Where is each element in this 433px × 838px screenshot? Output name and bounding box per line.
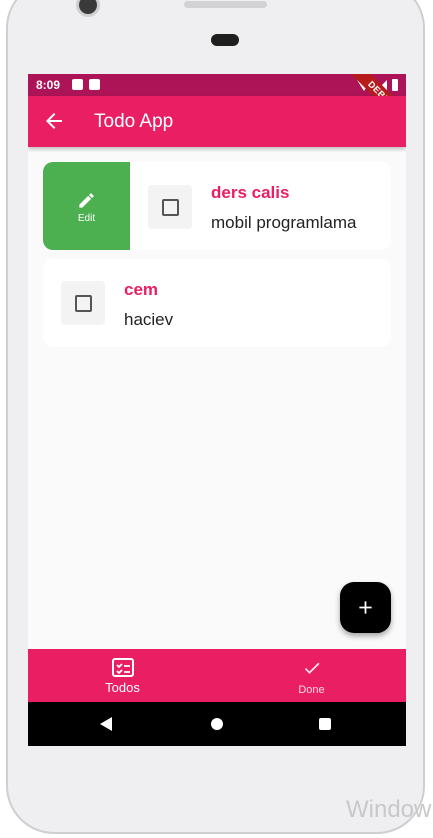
plus-icon (359, 601, 372, 614)
add-todo-button[interactable] (340, 582, 391, 633)
nav-label-todos: Todos (105, 680, 140, 695)
todo-checkbox[interactable] (61, 281, 105, 325)
checkbox-unchecked-icon (75, 295, 92, 312)
app-screen: 8:09 DEBUG Todo App Edit ders calis mobi… (28, 74, 406, 746)
notification-icons (72, 79, 100, 90)
bottom-navigation: Todos Done (28, 649, 406, 702)
status-bar: 8:09 DEBUG (28, 74, 406, 136)
todo-title: ders calis (211, 183, 290, 202)
system-recents-icon[interactable] (319, 718, 331, 730)
checkbox-unchecked-icon (162, 199, 179, 216)
nav-label-done: Done (298, 684, 325, 696)
speaker-grille (184, 1, 267, 8)
nav-item-done[interactable]: Done (217, 649, 406, 702)
sd-card-icon (89, 79, 100, 90)
todo-description: haciev (124, 310, 174, 329)
todo-title: cem (124, 280, 159, 299)
nav-item-todos[interactable]: Todos (28, 649, 217, 702)
app-bar: Todo App (28, 96, 406, 147)
page-title: Todo App (94, 111, 174, 132)
arrow-back-icon[interactable] (42, 109, 66, 133)
system-home-icon[interactable] (211, 718, 223, 730)
battery-icon (392, 79, 398, 91)
system-navigation-bar (28, 702, 406, 746)
edit-action-label: Edit (77, 213, 96, 224)
todo-checkbox[interactable] (148, 185, 192, 229)
todo-description: mobil programlama (211, 213, 357, 232)
edit-action-button[interactable]: Edit (43, 162, 130, 250)
front-camera (79, 0, 97, 14)
windows-watermark: Window (346, 796, 432, 823)
check-icon (304, 662, 320, 674)
status-time: 8:09 (36, 78, 61, 92)
todo-item[interactable]: cem haciev (43, 259, 391, 347)
todo-item[interactable]: Edit ders calis mobil programlama (43, 162, 391, 250)
pencil-icon (79, 193, 94, 208)
checklist-icon (112, 658, 134, 677)
earpiece (211, 34, 239, 46)
system-back-icon[interactable] (100, 717, 112, 731)
notification-icon (72, 79, 83, 90)
